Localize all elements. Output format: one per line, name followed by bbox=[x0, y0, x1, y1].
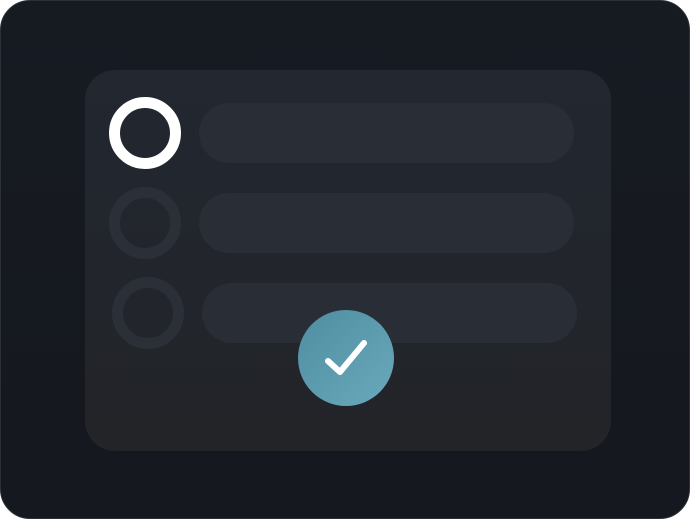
option-placeholder-bar bbox=[199, 103, 574, 163]
checkmark-icon bbox=[325, 340, 367, 375]
radio-button-selected[interactable] bbox=[109, 97, 181, 169]
option-placeholder-bar bbox=[202, 283, 577, 343]
radio-button[interactable] bbox=[109, 187, 181, 259]
confirm-check-button[interactable] bbox=[298, 310, 394, 406]
option-placeholder-bar bbox=[199, 193, 574, 253]
radio-button[interactable] bbox=[112, 277, 184, 349]
option-row-2[interactable] bbox=[85, 187, 611, 259]
option-row-1[interactable] bbox=[85, 97, 611, 169]
app-window bbox=[0, 0, 690, 519]
